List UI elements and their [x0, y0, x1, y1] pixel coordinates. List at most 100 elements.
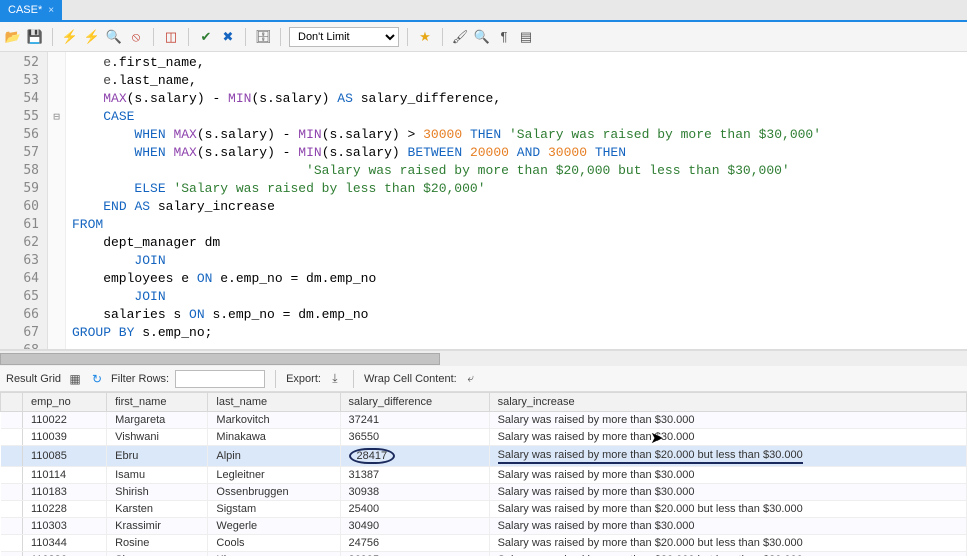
cell[interactable]: Salary was raised by more than $30.000 — [489, 467, 966, 484]
cell[interactable]: Kieras — [208, 552, 340, 556]
row-head-cell[interactable] — [1, 429, 23, 446]
cell[interactable]: 28417 — [340, 446, 489, 467]
cell[interactable]: 110183 — [23, 484, 107, 501]
export-icon[interactable]: ⤓ — [327, 371, 343, 387]
cell[interactable]: 110386 — [23, 552, 107, 556]
tab-case[interactable]: CASE* × — [0, 0, 62, 20]
col-emp_no[interactable]: emp_no — [23, 393, 107, 412]
close-icon[interactable]: × — [48, 5, 54, 16]
find-icon[interactable]: 🔍 — [473, 28, 491, 46]
cell[interactable]: Salary was raised by more than $20.000 b… — [489, 446, 966, 467]
result-grid-label: Result Grid — [6, 373, 61, 385]
cell[interactable]: Shem — [107, 552, 208, 556]
toggle-icon[interactable]: ◫ — [162, 28, 180, 46]
scrollbar-thumb[interactable] — [0, 353, 440, 365]
separator — [275, 370, 276, 388]
wrap-icon[interactable]: ▤ — [517, 28, 535, 46]
col-salary_increase[interactable]: salary_increase — [489, 393, 966, 412]
cell[interactable]: Salary was raised by more than $30.000 — [489, 429, 966, 446]
grid-icon[interactable]: ▦ — [67, 371, 83, 387]
col-last_name[interactable]: last_name — [208, 393, 340, 412]
cell[interactable]: 25400 — [340, 501, 489, 518]
cell[interactable]: 30938 — [340, 484, 489, 501]
table-row[interactable]: 110303KrassimirWegerle30490Salary was ra… — [1, 518, 967, 535]
cell[interactable]: Salary was raised by more than $30.000 — [489, 412, 966, 429]
star-icon[interactable]: ★ — [416, 28, 434, 46]
cell[interactable]: Karsten — [107, 501, 208, 518]
cell[interactable]: Wegerle — [208, 518, 340, 535]
cell[interactable]: 26995 — [340, 552, 489, 556]
row-head-cell[interactable] — [1, 535, 23, 552]
cell[interactable]: 37241 — [340, 412, 489, 429]
table-row[interactable]: 110085EbruAlpin28417Salary was raised by… — [1, 446, 967, 467]
cell[interactable]: Sigstam — [208, 501, 340, 518]
editor-scrollbar[interactable] — [0, 350, 967, 366]
table-row[interactable]: 110039VishwaniMinakawa36550Salary was ra… — [1, 429, 967, 446]
row-head-cell[interactable] — [1, 552, 23, 556]
cell[interactable]: Salary was raised by more than $20.000 b… — [489, 552, 966, 556]
sql-editor[interactable]: 5253545556575859606162636465666768 ⊟ e.f… — [0, 52, 967, 350]
table-row[interactable]: 110022MargaretaMarkovitch37241Salary was… — [1, 412, 967, 429]
cell[interactable]: Salary was raised by more than $30.000 — [489, 484, 966, 501]
cell[interactable]: 24756 — [340, 535, 489, 552]
separator — [52, 28, 53, 46]
cell[interactable]: Salary was raised by more than $20.000 b… — [489, 535, 966, 552]
execute-icon[interactable]: ⚡ — [61, 28, 79, 46]
table-row[interactable]: 110114IsamuLegleitner31387Salary was rai… — [1, 467, 967, 484]
table-row[interactable]: 110228KarstenSigstam25400Salary was rais… — [1, 501, 967, 518]
cell[interactable]: 110039 — [23, 429, 107, 446]
cell[interactable]: 36550 — [340, 429, 489, 446]
open-icon[interactable]: 📂 — [4, 28, 22, 46]
row-head-cell[interactable] — [1, 501, 23, 518]
save-icon[interactable]: 💾 — [26, 28, 44, 46]
row-head-cell[interactable] — [1, 412, 23, 429]
filter-input[interactable] — [175, 370, 265, 388]
execute-current-icon[interactable]: ⚡ — [83, 28, 101, 46]
refresh-icon[interactable]: ↻ — [89, 371, 105, 387]
cell[interactable]: Isamu — [107, 467, 208, 484]
cell[interactable]: Ebru — [107, 446, 208, 467]
cell[interactable]: Shirish — [107, 484, 208, 501]
cell[interactable]: Minakawa — [208, 429, 340, 446]
beautify-icon[interactable]: 🖌 — [451, 28, 469, 46]
cell[interactable]: Cools — [208, 535, 340, 552]
cell[interactable]: Markovitch — [208, 412, 340, 429]
cell[interactable]: Krassimir — [107, 518, 208, 535]
col-salary_difference[interactable]: salary_difference — [340, 393, 489, 412]
cell[interactable]: 110344 — [23, 535, 107, 552]
table-row[interactable]: 110183ShirishOssenbruggen30938Salary was… — [1, 484, 967, 501]
cell[interactable]: 30490 — [340, 518, 489, 535]
cell[interactable]: 110022 — [23, 412, 107, 429]
cell[interactable]: 110228 — [23, 501, 107, 518]
commit-icon[interactable]: ✔ — [197, 28, 215, 46]
cell[interactable]: Salary was raised by more than $30.000 — [489, 518, 966, 535]
fold-column: ⊟ — [48, 52, 66, 349]
result-grid[interactable]: emp_nofirst_namelast_namesalary_differen… — [0, 392, 967, 556]
cell[interactable]: Alpin — [208, 446, 340, 467]
cell[interactable]: Ossenbruggen — [208, 484, 340, 501]
row-head-cell[interactable] — [1, 518, 23, 535]
explain-icon[interactable]: 🔍 — [105, 28, 123, 46]
table-row[interactable]: 110386ShemKieras26995Salary was raised b… — [1, 552, 967, 556]
row-head-cell[interactable] — [1, 484, 23, 501]
cell[interactable]: 110303 — [23, 518, 107, 535]
row-head-cell[interactable] — [1, 467, 23, 484]
wrap-cell-icon[interactable]: ⤶ — [463, 371, 479, 387]
stop-icon[interactable]: ⦸ — [127, 28, 145, 46]
code-area[interactable]: e.first_name, e.last_name, MAX(s.salary)… — [66, 52, 967, 349]
rollback-icon[interactable]: ✖ — [219, 28, 237, 46]
cell[interactable]: Legleitner — [208, 467, 340, 484]
col-first_name[interactable]: first_name — [107, 393, 208, 412]
limit-select[interactable]: Don't Limit — [289, 27, 399, 47]
table-row[interactable]: 110344RosineCools24756Salary was raised … — [1, 535, 967, 552]
cell[interactable]: Rosine — [107, 535, 208, 552]
autocommit-icon[interactable]: 🗄 — [254, 28, 272, 46]
cell[interactable]: 31387 — [340, 467, 489, 484]
cell[interactable]: Vishwani — [107, 429, 208, 446]
cell[interactable]: 110114 — [23, 467, 107, 484]
cell[interactable]: Margareta — [107, 412, 208, 429]
cell[interactable]: 110085 — [23, 446, 107, 467]
cell[interactable]: Salary was raised by more than $20.000 b… — [489, 501, 966, 518]
invisible-chars-icon[interactable]: ¶ — [495, 28, 513, 46]
row-head-cell[interactable] — [1, 446, 23, 467]
